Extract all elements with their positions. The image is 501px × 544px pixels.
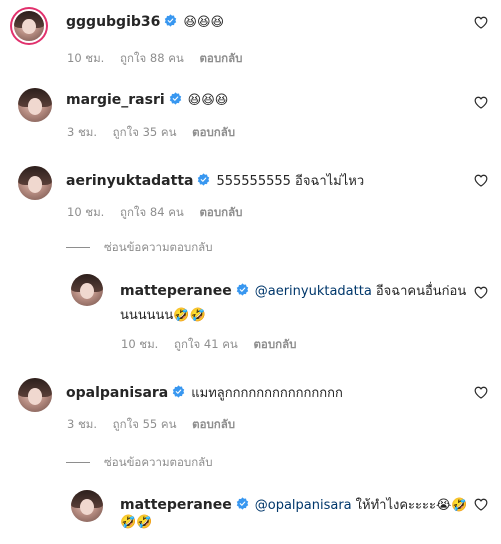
verified-badge-icon xyxy=(236,283,249,296)
comment-likes[interactable]: ถูกใจ 84 คน xyxy=(120,205,184,219)
comment-time: 3 ชม. xyxy=(67,125,98,139)
mention-link[interactable]: @aerinyuktadatta xyxy=(255,284,372,299)
divider xyxy=(66,247,90,248)
heart-icon[interactable] xyxy=(474,174,488,187)
reply-username[interactable]: matteperanee xyxy=(120,283,232,299)
heart-icon[interactable] xyxy=(474,498,488,511)
comment-time: 10 ชม. xyxy=(67,51,105,65)
comment-likes[interactable]: ถูกใจ 88 คน xyxy=(120,51,184,65)
avatar[interactable] xyxy=(18,166,52,200)
reply-button[interactable]: ตอบกลับ xyxy=(192,125,235,139)
comment-time: 3 ชม. xyxy=(67,417,98,431)
reply-button[interactable]: ตอบกลับ xyxy=(253,337,296,351)
heart-icon[interactable] xyxy=(474,386,488,399)
hide-replies-button[interactable]: ซ่อนข้อความตอบกลับ xyxy=(66,454,213,472)
mention-link[interactable]: @opalpanisara xyxy=(255,498,352,513)
reply-text: ให้ทำไงคะะะะ😭🤣 xyxy=(355,498,468,513)
reply-button[interactable]: ตอบกลับ xyxy=(199,51,242,65)
comment-username[interactable]: gggubgib36 xyxy=(66,14,160,30)
reply-button[interactable]: ตอบกลับ xyxy=(192,417,235,431)
comment-likes[interactable]: ถูกใจ 35 คน xyxy=(113,125,177,139)
reply-likes[interactable]: ถูกใจ 41 คน xyxy=(174,337,238,351)
verified-badge-icon xyxy=(169,92,182,105)
comment-username[interactable]: margie_rasri xyxy=(66,92,165,108)
verified-badge-icon xyxy=(197,173,210,186)
comment-text: 😆😆😆 xyxy=(187,93,229,108)
comment-item: opalpanisara แมทลูกกกกกกกกกกกกกกก 3 ชม. ถ… xyxy=(0,372,501,544)
avatar[interactable] xyxy=(18,378,52,412)
verified-badge-icon xyxy=(164,14,177,27)
avatar[interactable] xyxy=(71,274,103,306)
heart-icon[interactable] xyxy=(474,286,488,299)
reply-username[interactable]: matteperanee xyxy=(120,497,232,513)
reply-text: อีจฉาคนอื่นก่อน xyxy=(375,284,467,299)
comment-text: 😆😆😆 xyxy=(183,15,225,30)
comment-username[interactable]: aerinyuktadatta xyxy=(66,173,193,189)
divider xyxy=(66,462,90,463)
comment-item: gggubgib36 😆😆😆 10 ชม. ถูกใจ 88 คน ตอบกลับ xyxy=(0,0,501,75)
verified-badge-icon xyxy=(172,385,185,398)
reply-text-continued: นนนนนน🤣🤣 xyxy=(120,308,206,323)
comment-likes[interactable]: ถูกใจ 55 คน xyxy=(113,417,177,431)
avatar[interactable] xyxy=(14,11,44,41)
reply-text-continued: 🤣🤣 xyxy=(120,515,153,530)
comment-username[interactable]: opalpanisara xyxy=(66,385,168,401)
comment-item: aerinyuktadatta 555555555 อีจฉาไม่ไหว 10 … xyxy=(0,158,501,368)
comment-time: 10 ชม. xyxy=(67,205,105,219)
reply-time: 10 ชม. xyxy=(121,337,159,351)
heart-icon[interactable] xyxy=(474,96,488,109)
hide-replies-button[interactable]: ซ่อนข้อความตอบกลับ xyxy=(66,239,213,257)
hide-replies-label: ซ่อนข้อความตอบกลับ xyxy=(104,240,213,254)
comment-item: margie_rasri 😆😆😆 3 ชม. ถูกใจ 35 คน ตอบกลั… xyxy=(0,80,501,150)
reply-button[interactable]: ตอบกลับ xyxy=(199,205,242,219)
hide-replies-label: ซ่อนข้อความตอบกลับ xyxy=(104,455,213,469)
avatar[interactable] xyxy=(18,88,52,122)
comment-text: 555555555 อีจฉาไม่ไหว xyxy=(216,174,365,189)
comment-text: แมทลูกกกกกกกกกกกกกกก xyxy=(191,386,343,401)
verified-badge-icon xyxy=(236,497,249,510)
avatar[interactable] xyxy=(71,490,103,522)
heart-icon[interactable] xyxy=(474,16,488,29)
